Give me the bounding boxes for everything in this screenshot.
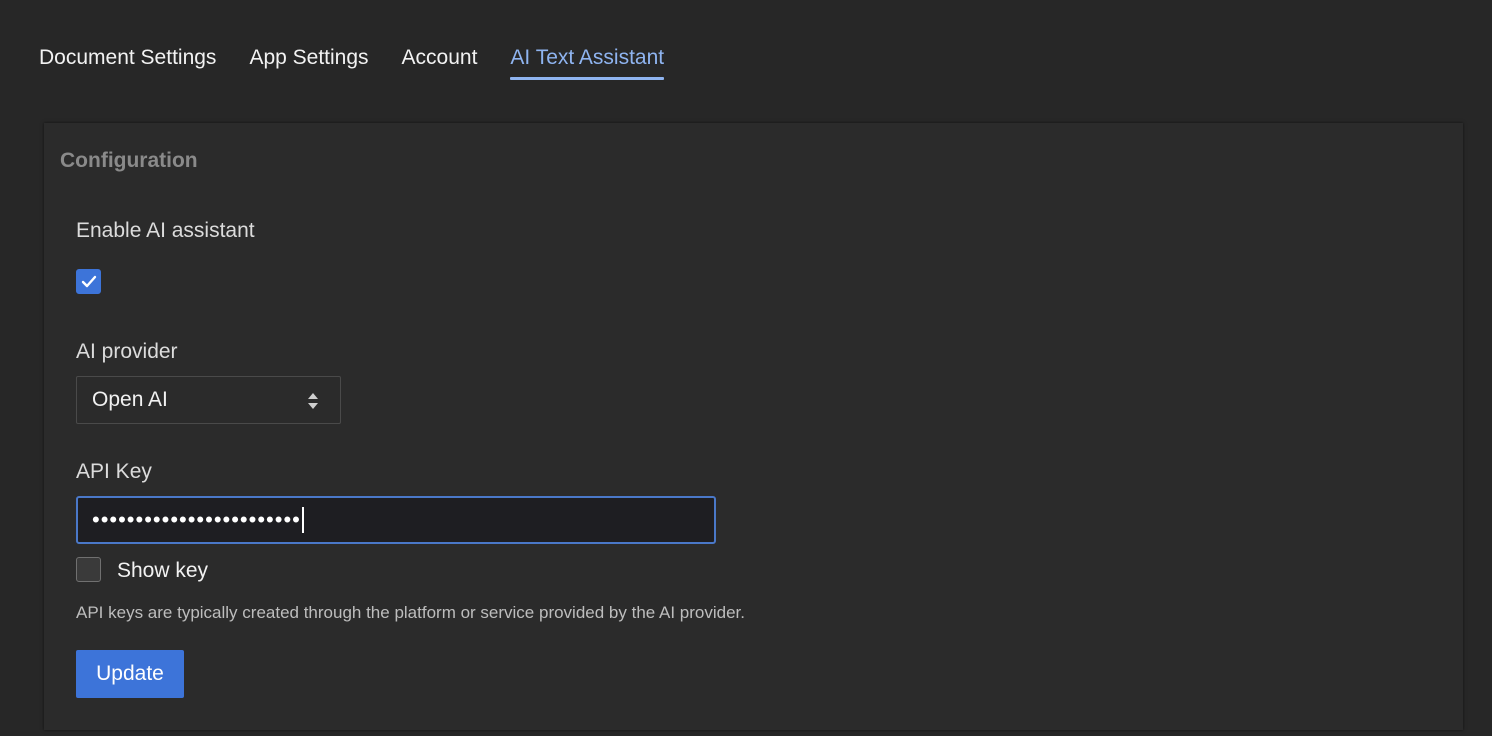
- settings-tabs: Document Settings App Settings Account A…: [39, 46, 697, 80]
- section-title: Configuration: [60, 149, 198, 172]
- show-key-label[interactable]: Show key: [117, 559, 208, 583]
- show-key-checkbox[interactable]: [76, 557, 101, 582]
- tab-account[interactable]: Account: [402, 46, 478, 80]
- select-arrows-icon: [308, 393, 318, 409]
- tab-document-settings[interactable]: Document Settings: [39, 46, 216, 80]
- enable-ai-label: Enable AI assistant: [76, 219, 255, 242]
- api-key-input[interactable]: ••••••••••••••••••••••••: [76, 496, 716, 544]
- ai-provider-label: AI provider: [76, 340, 178, 363]
- configuration-panel: Configuration Enable AI assistant AI pro…: [44, 123, 1463, 730]
- api-key-hint: API keys are typically created through t…: [76, 603, 746, 622]
- ai-provider-value: Open AI: [92, 388, 168, 411]
- enable-ai-checkbox[interactable]: [76, 269, 101, 294]
- api-key-label: API Key: [76, 460, 152, 483]
- tab-ai-text-assistant[interactable]: AI Text Assistant: [510, 46, 664, 80]
- text-caret: [301, 507, 304, 533]
- api-key-masked-value: ••••••••••••••••••••••••: [92, 507, 301, 532]
- tab-app-settings[interactable]: App Settings: [249, 46, 368, 80]
- update-button[interactable]: Update: [76, 650, 184, 698]
- checkmark-icon: [81, 275, 97, 288]
- ai-provider-select[interactable]: Open AI: [76, 376, 341, 424]
